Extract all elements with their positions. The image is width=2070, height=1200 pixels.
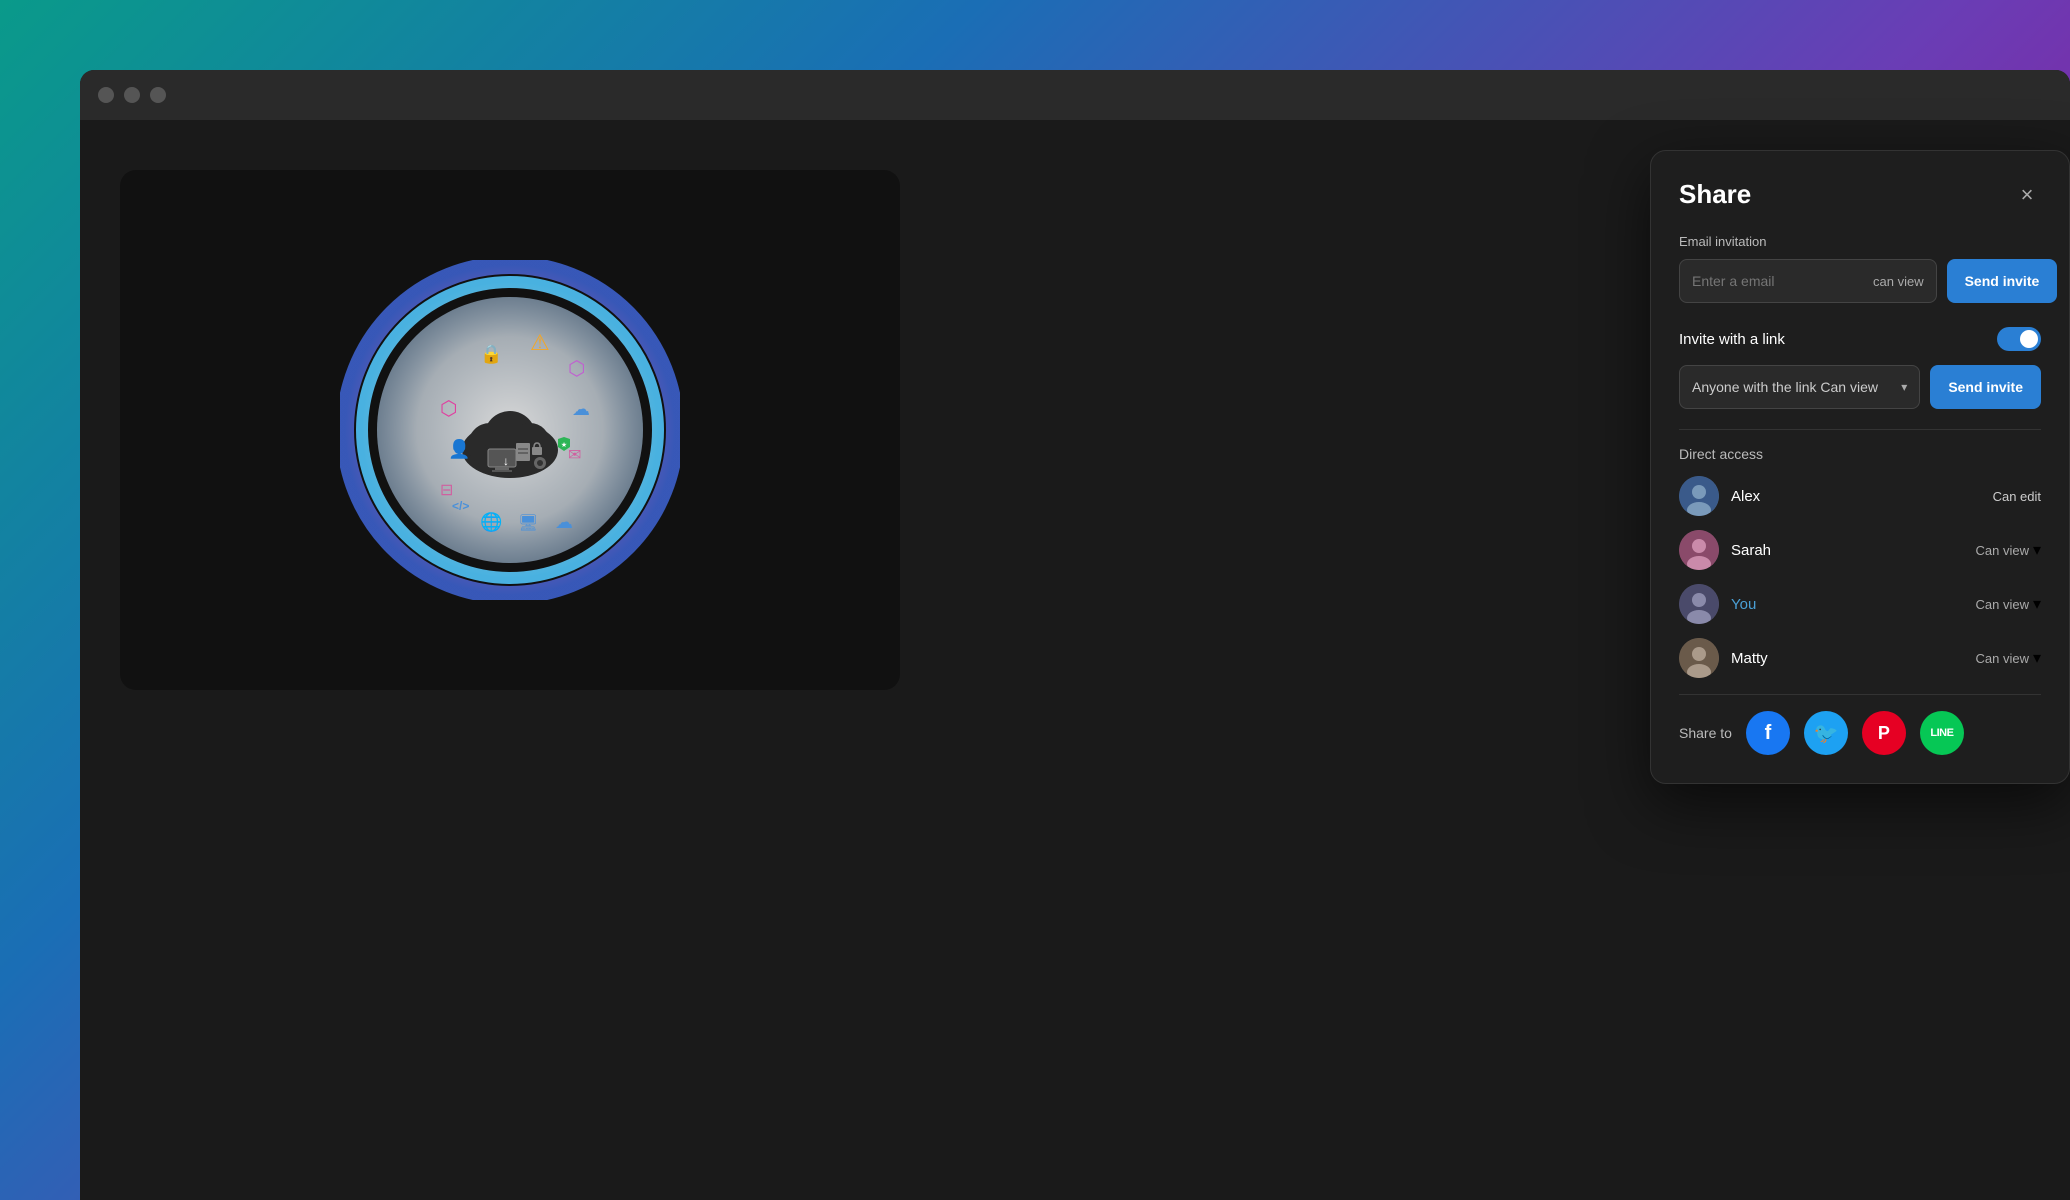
close-button[interactable]: × <box>2013 181 2041 209</box>
close-traffic-light[interactable] <box>98 87 114 103</box>
avatar-sarah <box>1679 530 1719 570</box>
user-name-alex: Alex <box>1731 488 1981 505</box>
svg-text:🔒: 🔒 <box>480 344 502 364</box>
twitter-share-button[interactable]: 🐦 <box>1804 711 1848 755</box>
user-row-you: You Can view ▾ <box>1679 584 2041 624</box>
email-can-view-label: can view <box>1873 274 1924 289</box>
user-permission-you[interactable]: Can view ▾ <box>1976 594 2042 614</box>
user-row-sarah: Sarah Can view ▾ <box>1679 530 2041 570</box>
svg-text:🖥: 🖥 <box>518 514 538 532</box>
chevron-sarah-icon: ▾ <box>2033 540 2041 560</box>
user-permission-alex: Can edit <box>1993 489 2041 504</box>
user-name-matty: Matty <box>1731 650 1964 667</box>
link-permission-select[interactable]: Anyone with the link Can view Anyone wit… <box>1692 379 1901 395</box>
email-input[interactable] <box>1692 273 1873 289</box>
svg-text:✉: ✉ <box>568 447 581 464</box>
svg-text:⚠: ⚠ <box>530 330 550 355</box>
svg-text:★: ★ <box>561 441 567 449</box>
minimize-traffic-light[interactable] <box>124 87 140 103</box>
facebook-share-button[interactable]: f <box>1746 711 1790 755</box>
email-row: can view Send invite <box>1679 259 2041 303</box>
divider-1 <box>1679 429 2041 430</box>
user-permission-sarah[interactable]: Can view ▾ <box>1976 540 2042 560</box>
share-to-row: Share to f 🐦 P LINE <box>1679 711 2041 755</box>
svg-text:⊟: ⊟ <box>440 482 453 499</box>
svg-text:⬡: ⬡ <box>440 398 457 420</box>
app-window: ↓ ★ ⚠ 🔒 ⬡ ⬡ <box>80 70 2070 1200</box>
line-icon: LINE <box>1930 727 1953 739</box>
toggle-knob <box>2020 330 2038 348</box>
email-input-wrapper: can view <box>1679 259 1937 303</box>
invite-link-row: Invite with a link <box>1679 327 2041 351</box>
svg-text:</>: </> <box>452 499 469 513</box>
maximize-traffic-light[interactable] <box>150 87 166 103</box>
share-panel: Share × Email invitation can view Send i… <box>1650 150 2070 784</box>
svg-text:↓: ↓ <box>503 454 509 468</box>
user-list: Alex Can edit Sarah Can view <box>1679 476 2041 678</box>
twitter-icon: 🐦 <box>1813 721 1838 746</box>
chevron-you-icon: ▾ <box>2033 594 2041 614</box>
window-content: ↓ ★ ⚠ 🔒 ⬡ ⬡ <box>80 120 2070 730</box>
user-name-you: You <box>1731 596 1964 613</box>
title-bar <box>80 70 2070 120</box>
pinterest-icon: P <box>1878 723 1890 744</box>
line-share-button[interactable]: LINE <box>1920 711 1964 755</box>
avatar-matty <box>1679 638 1719 678</box>
svg-text:☁: ☁ <box>572 399 590 419</box>
user-permission-matty[interactable]: Can view ▾ <box>1976 648 2042 668</box>
svg-text:👤: 👤 <box>448 438 470 459</box>
share-header: Share × <box>1679 179 2041 210</box>
email-send-button[interactable]: Send invite <box>1947 259 2058 303</box>
link-select-wrapper: Anyone with the link Can view Anyone wit… <box>1679 365 1920 409</box>
user-row-alex: Alex Can edit <box>1679 476 2041 516</box>
invite-link-label: Invite with a link <box>1679 331 1785 348</box>
divider-2 <box>1679 694 2041 695</box>
chevron-down-icon: ▾ <box>1901 380 1907 394</box>
email-section-label: Email invitation <box>1679 234 2041 249</box>
link-send-button[interactable]: Send invite <box>1930 365 2041 409</box>
user-row-matty: Matty Can view ▾ <box>1679 638 2041 678</box>
image-area: ↓ ★ ⚠ 🔒 ⬡ ⬡ <box>120 170 900 690</box>
share-title: Share <box>1679 179 1751 210</box>
user-name-sarah: Sarah <box>1731 542 1964 559</box>
facebook-icon: f <box>1765 722 1772 745</box>
svg-text:⬡: ⬡ <box>568 358 585 380</box>
pinterest-share-button[interactable]: P <box>1862 711 1906 755</box>
link-row: Anyone with the link Can view Anyone wit… <box>1679 365 2041 409</box>
share-to-label: Share to <box>1679 725 1732 741</box>
chevron-matty-icon: ▾ <box>2033 648 2041 668</box>
invite-link-toggle[interactable] <box>1997 327 2041 351</box>
svg-text:🌐: 🌐 <box>480 511 502 532</box>
direct-access-label: Direct access <box>1679 446 2041 462</box>
avatar-alex <box>1679 476 1719 516</box>
svg-text:☁: ☁ <box>555 512 573 532</box>
avatar-you <box>1679 584 1719 624</box>
